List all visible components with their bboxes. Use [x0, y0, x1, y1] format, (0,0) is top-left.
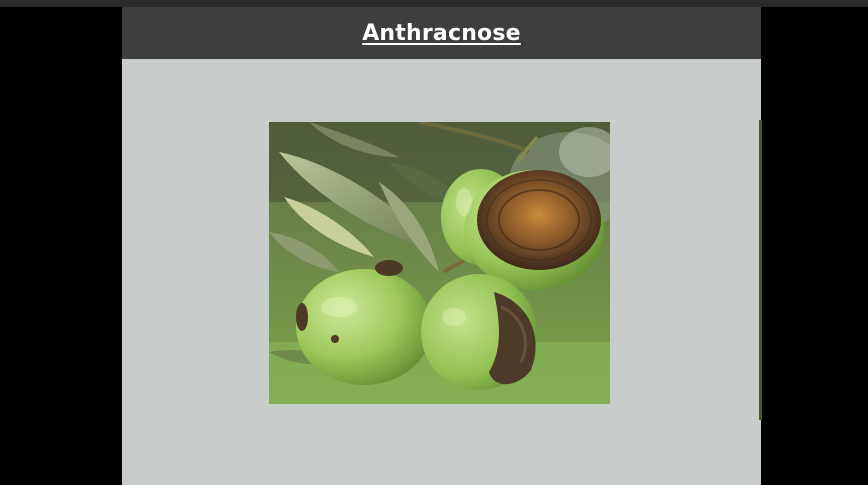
presentation-slide: Anthracnose — [122, 7, 761, 485]
adjacent-slide-edge — [759, 120, 762, 420]
slide-title: Anthracnose — [362, 20, 521, 46]
photo-illustration — [269, 122, 610, 404]
slide-title-bar: Anthracnose — [122, 7, 761, 59]
olive-anthracnose-photo — [269, 122, 610, 404]
top-strip — [0, 0, 868, 7]
